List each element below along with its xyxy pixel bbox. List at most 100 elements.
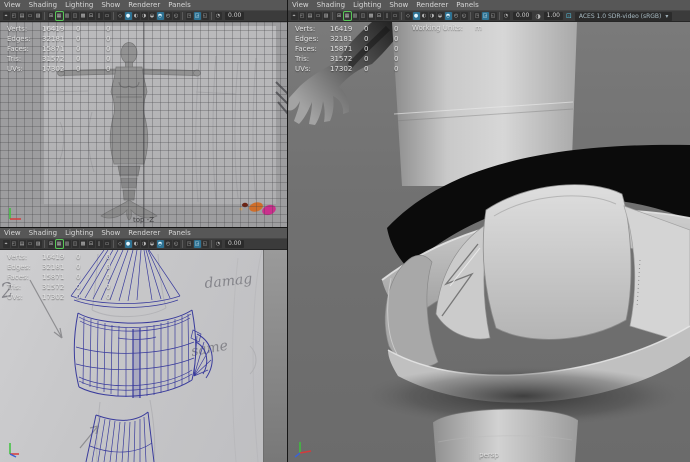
ao-icon[interactable]: ◓	[157, 12, 164, 20]
motion-blur-icon[interactable]: ◴	[453, 12, 460, 20]
wireframe-icon[interactable]: ◇	[405, 12, 412, 20]
gate-mask-icon[interactable]: ▩	[80, 12, 87, 20]
isolate-select-icon[interactable]: ◳	[186, 240, 193, 248]
all-lights-icon[interactable]: ◑	[429, 12, 436, 20]
safe-action-icon[interactable]: ▯	[96, 12, 103, 20]
toolbar-separator[interactable]	[182, 12, 183, 20]
menu-item[interactable]: View	[4, 229, 21, 237]
toolbar-separator[interactable]	[401, 12, 402, 20]
all-lights-icon[interactable]: ◑	[141, 12, 148, 20]
anti-alias-icon[interactable]: ◵	[173, 240, 180, 248]
toolbar-separator[interactable]	[44, 12, 45, 20]
camera-attributes-icon[interactable]: ▤	[307, 12, 314, 20]
color-management-toggle[interactable]: ⊡	[566, 12, 572, 20]
menu-item[interactable]: Panels	[168, 229, 191, 237]
film-gate-icon[interactable]: ▥	[64, 12, 71, 20]
grid-toggle-icon[interactable]: ▦	[56, 12, 63, 20]
menu-item[interactable]: Shading	[317, 1, 345, 9]
exposure-field[interactable]: 0.00	[513, 12, 532, 20]
xray-icon[interactable]: ◲	[194, 12, 201, 20]
image-plane-icon[interactable]: ▨	[35, 240, 42, 248]
toolbar-separator[interactable]	[113, 240, 114, 248]
resolution-gate-icon[interactable]: ◫	[72, 12, 79, 20]
toolbar-separator[interactable]	[182, 240, 183, 248]
toolbar-separator[interactable]	[113, 12, 114, 20]
lock-camera-icon[interactable]: ◰	[11, 12, 18, 20]
toolbar-separator[interactable]	[211, 240, 212, 248]
toolbar-separator[interactable]	[470, 12, 471, 20]
wireframe-icon[interactable]: ◇	[117, 240, 124, 248]
gate-mask-icon[interactable]: ▩	[368, 12, 375, 20]
menu-item[interactable]: Lighting	[65, 229, 93, 237]
ao-icon[interactable]: ◓	[445, 12, 452, 20]
camera-attributes-icon[interactable]: ▤	[19, 12, 26, 20]
shadows-icon[interactable]: ◒	[437, 12, 444, 20]
film-gate-icon[interactable]: ▥	[64, 240, 71, 248]
backface-icon[interactable]: ◱	[202, 12, 209, 20]
pan-zoom-icon[interactable]: ⊞	[336, 12, 343, 20]
viewport-canvas-front[interactable]: 2 damag same	[0, 250, 287, 462]
safe-title-icon[interactable]: ▭	[104, 240, 111, 248]
backface-icon[interactable]: ◱	[490, 12, 497, 20]
image-plane-icon[interactable]: ▨	[35, 12, 42, 20]
backface-icon[interactable]: ◱	[202, 240, 209, 248]
select-camera-icon[interactable]: ⌖	[3, 240, 10, 248]
bookmarks-icon[interactable]: ▭	[315, 12, 322, 20]
toolbar-separator[interactable]	[44, 240, 45, 248]
lock-camera-icon[interactable]: ◰	[11, 240, 18, 248]
menu-item[interactable]: Shading	[29, 229, 57, 237]
shaded-icon[interactable]: ●	[413, 12, 420, 20]
menu-item[interactable]: View	[4, 1, 21, 9]
exposure-field[interactable]: 0.00	[225, 12, 244, 20]
shadows-icon[interactable]: ◒	[149, 12, 156, 20]
menu-item[interactable]: Panels	[456, 1, 479, 9]
textured-icon[interactable]: ◐	[421, 12, 428, 20]
isolate-select-icon[interactable]: ◳	[186, 12, 193, 20]
menu-item[interactable]: Lighting	[353, 1, 381, 9]
shaded-icon[interactable]: ●	[125, 12, 132, 20]
field-chart-icon[interactable]: ⊟	[376, 12, 383, 20]
toolbar-separator[interactable]	[332, 12, 333, 20]
safe-title-icon[interactable]: ▭	[104, 12, 111, 20]
exposure-icon[interactable]: ◔	[215, 240, 222, 248]
shadows-icon[interactable]: ◒	[149, 240, 156, 248]
bookmarks-icon[interactable]: ▭	[27, 240, 34, 248]
all-lights-icon[interactable]: ◑	[141, 240, 148, 248]
ao-icon[interactable]: ◓	[157, 240, 164, 248]
menu-item[interactable]: Shading	[29, 1, 57, 9]
lock-camera-icon[interactable]: ◰	[299, 12, 306, 20]
gamma-field[interactable]: 1.00	[544, 12, 563, 20]
exposure-icon[interactable]: ◔	[503, 12, 510, 20]
grid-toggle-icon[interactable]: ▦	[56, 240, 63, 248]
safe-title-icon[interactable]: ▭	[392, 12, 399, 20]
exposure-field[interactable]: 0.00	[225, 240, 244, 248]
menu-item[interactable]: Lighting	[65, 1, 93, 9]
grid-toggle-icon[interactable]: ▦	[344, 12, 351, 20]
pan-zoom-icon[interactable]: ⊞	[48, 12, 55, 20]
viewport-canvas-persp[interactable]: Verts:1641900 Edges:3218100 Faces:158710…	[288, 22, 690, 462]
view-transform-select[interactable]: ACES 1.0 SDR-video (sRGB) ▾	[575, 12, 673, 21]
motion-blur-icon[interactable]: ◴	[165, 240, 172, 248]
select-camera-icon[interactable]: ⌖	[3, 12, 10, 20]
anti-alias-icon[interactable]: ◵	[173, 12, 180, 20]
bookmarks-icon[interactable]: ▭	[27, 12, 34, 20]
anti-alias-icon[interactable]: ◵	[461, 12, 468, 20]
menu-item[interactable]: Renderer	[128, 229, 160, 237]
textured-icon[interactable]: ◐	[133, 240, 140, 248]
menu-item[interactable]: Show	[389, 1, 408, 9]
textured-icon[interactable]: ◐	[133, 12, 140, 20]
camera-attributes-icon[interactable]: ▤	[19, 240, 26, 248]
resolution-gate-icon[interactable]: ◫	[360, 12, 367, 20]
viewport-canvas-top[interactable]: Verts:1641900 Edges:3218100 Faces:158710…	[0, 22, 287, 227]
isolate-select-icon[interactable]: ◳	[474, 12, 481, 20]
field-chart-icon[interactable]: ⊟	[88, 12, 95, 20]
menu-item[interactable]: View	[292, 1, 309, 9]
resolution-gate-icon[interactable]: ◫	[72, 240, 79, 248]
toolbar-separator[interactable]	[211, 12, 212, 20]
exposure-icon[interactable]: ◔	[215, 12, 222, 20]
film-gate-icon[interactable]: ▥	[352, 12, 359, 20]
safe-action-icon[interactable]: ▯	[96, 240, 103, 248]
menu-item[interactable]: Panels	[168, 1, 191, 9]
shaded-icon[interactable]: ●	[125, 240, 132, 248]
xray-icon[interactable]: ◲	[194, 240, 201, 248]
